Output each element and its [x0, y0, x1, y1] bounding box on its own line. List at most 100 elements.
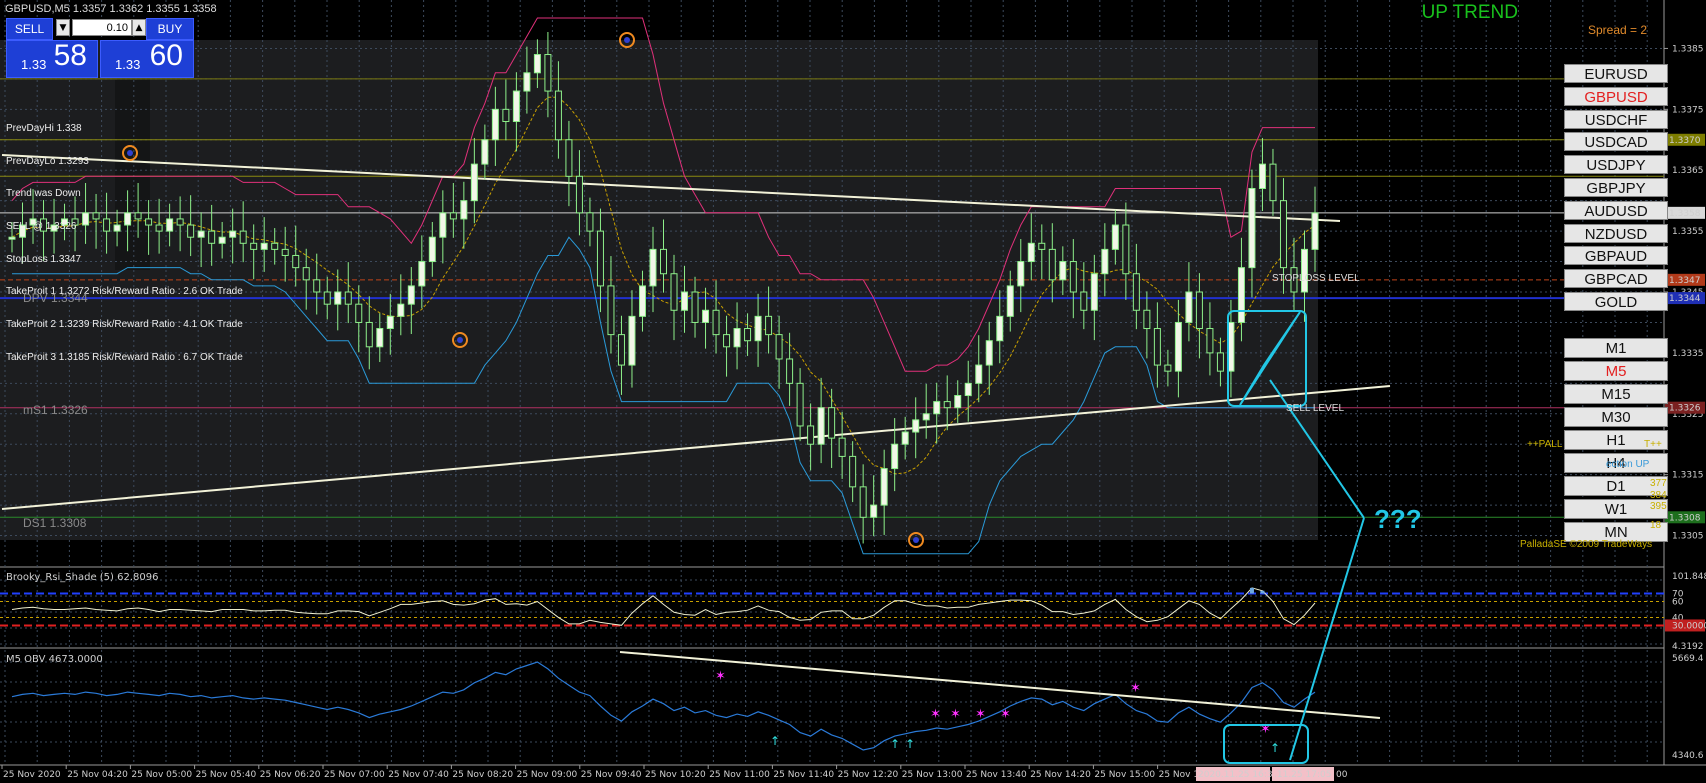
candle[interactable] [281, 248, 289, 256]
candle[interactable] [1101, 248, 1109, 275]
candle[interactable] [1311, 212, 1319, 250]
candle[interactable] [1216, 352, 1224, 372]
bid-price-button[interactable]: 1.33 58 [6, 39, 98, 78]
candle[interactable] [838, 437, 846, 457]
candle[interactable] [292, 254, 300, 269]
candle[interactable] [512, 90, 520, 123]
candle[interactable] [817, 407, 825, 445]
candle[interactable] [891, 443, 899, 470]
candle[interactable] [807, 425, 815, 445]
candle[interactable] [397, 303, 405, 317]
candle[interactable] [365, 321, 373, 348]
candle[interactable] [575, 175, 583, 214]
candle[interactable] [386, 315, 394, 330]
candle[interactable] [1174, 321, 1182, 372]
timeframe-button-m30[interactable]: M30 [1564, 407, 1668, 427]
candle[interactable] [765, 315, 773, 336]
candle[interactable] [502, 108, 510, 123]
candle[interactable] [1080, 291, 1088, 311]
symbol-button-gbpcad[interactable]: GBPCAD [1564, 269, 1668, 289]
candle[interactable] [1122, 224, 1130, 275]
candle[interactable] [985, 340, 993, 366]
candle[interactable] [607, 285, 615, 336]
candle[interactable] [1027, 242, 1035, 263]
candle[interactable] [1017, 261, 1025, 287]
lot-increase-button[interactable]: ▲ [132, 19, 146, 36]
candle[interactable] [1059, 261, 1067, 281]
candle[interactable] [922, 413, 930, 421]
symbol-button-usdjpy[interactable]: USDJPY [1564, 155, 1668, 175]
candle[interactable] [849, 455, 857, 488]
candle[interactable] [439, 212, 447, 238]
candle[interactable] [954, 395, 962, 409]
candle[interactable] [1269, 163, 1277, 202]
symbol-button-gbpaud[interactable]: GBPAUD [1564, 246, 1668, 266]
candle[interactable] [407, 285, 415, 305]
ask-price-button[interactable]: 1.33 60 [100, 39, 194, 78]
candle[interactable] [870, 504, 878, 518]
candle[interactable] [1111, 224, 1119, 250]
candle[interactable] [460, 200, 468, 220]
candle[interactable] [943, 401, 951, 409]
candle[interactable] [1258, 163, 1266, 189]
candle[interactable] [901, 431, 909, 445]
candle[interactable] [376, 328, 384, 348]
candle[interactable] [554, 90, 562, 141]
timeframe-button-m1[interactable]: M1 [1564, 338, 1668, 358]
symbol-button-audusd[interactable]: AUDUSD [1564, 200, 1668, 220]
candle[interactable] [428, 236, 436, 263]
candle[interactable] [617, 334, 625, 366]
symbol-button-usdchf[interactable]: USDCHF [1564, 109, 1668, 129]
symbol-button-gbpusd[interactable]: GBPUSD [1564, 86, 1668, 106]
candle[interactable] [660, 248, 667, 275]
candle[interactable] [323, 291, 331, 305]
symbol-button-eurusd[interactable]: EURUSD [1564, 64, 1668, 83]
candle[interactable] [996, 315, 1004, 342]
buy-button[interactable]: BUY [146, 18, 194, 40]
candle[interactable] [596, 230, 604, 287]
candle[interactable] [628, 315, 636, 366]
candle[interactable] [691, 291, 699, 323]
lot-size-input[interactable] [72, 19, 132, 36]
candle[interactable] [775, 334, 783, 360]
candle[interactable] [271, 242, 279, 250]
candle[interactable] [481, 139, 489, 165]
candle[interactable] [786, 358, 794, 384]
candle[interactable] [260, 242, 268, 250]
symbol-button-usdcad[interactable]: USDCAD [1564, 132, 1668, 152]
candle[interactable] [533, 54, 541, 74]
candle[interactable] [1195, 291, 1203, 330]
candle[interactable] [586, 212, 594, 232]
candle[interactable] [449, 212, 457, 220]
candle[interactable] [544, 54, 552, 92]
lot-decrease-button[interactable]: ▼ [56, 19, 70, 36]
candle[interactable] [1237, 267, 1245, 323]
timeframe-button-m15[interactable]: M15 [1564, 384, 1668, 404]
candle[interactable] [702, 309, 710, 323]
symbol-button-gbpjpy[interactable]: GBPJPY [1564, 178, 1668, 197]
candle[interactable] [250, 242, 258, 250]
candle[interactable] [334, 291, 342, 305]
candle[interactable] [681, 291, 689, 311]
candle[interactable] [1132, 273, 1140, 311]
candle[interactable] [828, 407, 836, 439]
symbol-button-gold[interactable]: GOLD [1564, 292, 1668, 311]
candle[interactable] [1038, 242, 1046, 250]
candle[interactable] [1006, 285, 1014, 317]
candle[interactable] [649, 248, 657, 287]
candle[interactable] [1143, 309, 1151, 330]
candle[interactable] [1185, 291, 1193, 323]
candle[interactable] [880, 468, 888, 506]
candle[interactable] [1279, 200, 1287, 269]
sell-button[interactable]: SELL [6, 18, 53, 40]
candle[interactable] [1206, 328, 1214, 354]
candle[interactable] [712, 309, 720, 336]
candle[interactable] [313, 279, 321, 293]
candle[interactable] [418, 261, 426, 287]
candle[interactable] [754, 315, 762, 342]
candle[interactable] [723, 334, 731, 348]
candle[interactable] [344, 291, 352, 305]
candle[interactable] [355, 303, 363, 323]
candle[interactable] [1164, 364, 1172, 372]
symbol-button-nzdusd[interactable]: NZDUSD [1564, 223, 1668, 243]
